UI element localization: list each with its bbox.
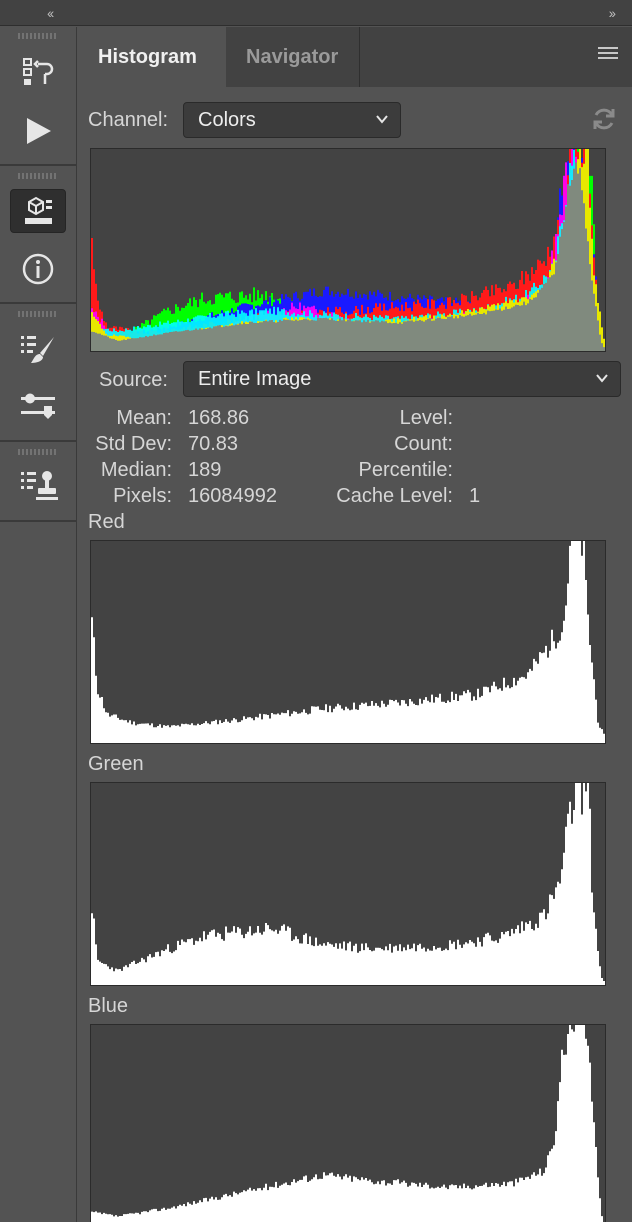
tab-navigator[interactable]: Navigator [226, 27, 360, 87]
median-label: Median: [100, 459, 172, 481]
dock-grip[interactable] [18, 173, 58, 179]
colors-histogram [90, 148, 606, 352]
pixels-label: Pixels: [113, 485, 172, 507]
blue-histogram [90, 1024, 606, 1222]
panel-dock-header: ‹‹ ›› [0, 0, 632, 26]
source-value: Entire Image [198, 367, 312, 390]
red-histogram [90, 540, 606, 744]
blue-channel-label: Blue [88, 995, 129, 1017]
redHist-area [91, 541, 605, 743]
red-channel-label: Red [88, 511, 125, 533]
blueHist-area [91, 1025, 603, 1222]
source-label: Source: [99, 369, 168, 391]
level-label: Level: [399, 407, 453, 429]
clone-source-icon[interactable] [10, 463, 66, 507]
green-channel-label: Green [88, 753, 144, 775]
dock-grip[interactable] [18, 311, 58, 317]
dock-grip[interactable] [18, 449, 58, 455]
pixels-value: 16084992 [188, 485, 277, 507]
collapse-right-icon[interactable]: ›› [609, 5, 616, 21]
history-icon[interactable] [10, 51, 66, 95]
cache-level-value: 1 [469, 485, 481, 507]
panel-menu-icon[interactable] [598, 47, 618, 63]
median-value: 189 [188, 459, 222, 481]
panel-tabbar: Histogram Navigator [78, 27, 632, 87]
info-icon[interactable] [10, 247, 66, 291]
green-histogram [90, 782, 606, 986]
brush-presets-icon[interactable] [10, 327, 66, 371]
collapse-left-icon[interactable]: ‹‹ [47, 5, 54, 21]
colors-histogram-chart [91, 149, 605, 351]
channel-select[interactable]: Colors [183, 102, 401, 138]
channel-value: Colors [198, 108, 256, 131]
refresh-icon[interactable] [590, 105, 618, 133]
adjustments-icon[interactable] [10, 385, 66, 429]
source-select[interactable]: Entire Image [183, 361, 621, 397]
chevron-down-icon [596, 374, 608, 383]
tab-histogram[interactable]: Histogram [78, 27, 226, 87]
red-histogram-chart [91, 541, 605, 743]
count-label: Count: [394, 433, 453, 455]
green-histogram-chart [91, 783, 605, 985]
chevron-down-icon [376, 115, 388, 124]
properties-icon[interactable] [10, 189, 66, 233]
channel-label: Channel: [88, 109, 169, 131]
std-dev-label: Std Dev: [95, 433, 172, 455]
panel-icon-dock [0, 27, 77, 1222]
histogram-panel: Histogram Navigator Channel: Colors Sour… [78, 27, 632, 1222]
mean-value: 168.86 [188, 407, 250, 429]
mean-label: Mean: [116, 407, 172, 429]
cache-level-label: Cache Level: [336, 485, 453, 507]
blue-histogram-chart [91, 1025, 603, 1222]
percentile-label: Percentile: [358, 459, 454, 481]
dock-grip[interactable] [18, 33, 58, 39]
greenHist-area [91, 783, 605, 985]
std-dev-value: 70.83 [188, 433, 239, 455]
actions-play-icon[interactable] [10, 109, 66, 153]
